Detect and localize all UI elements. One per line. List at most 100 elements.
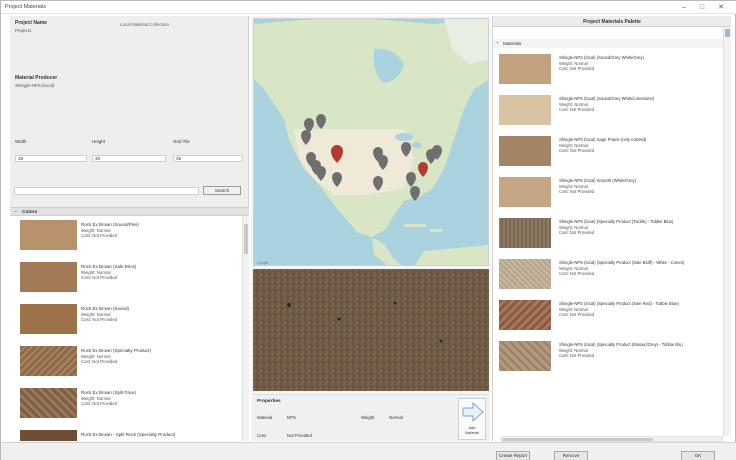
texture-canvas: [253, 269, 489, 391]
colors-scrollbar[interactable]: [242, 216, 249, 441]
arrow-right-icon: [462, 401, 484, 423]
materials-section-header[interactable]: − Materials: [493, 39, 723, 48]
application-window: Project Materials – □ ✕ Project Name Pro…: [0, 0, 736, 460]
palette-item[interactable]: Shingle-NPS (local) Smooth (White/Grey) …: [493, 173, 723, 213]
item-name: Shingle-NPS (local) (Specialty Product (…: [559, 342, 683, 347]
window-title: Project Materials: [5, 4, 46, 10]
weight-key: Weight: [361, 415, 375, 420]
ok-button[interactable]: OK: [681, 451, 715, 460]
material-value: NPS: [287, 415, 296, 420]
item-cost: Cost: Not Provided: [559, 230, 595, 235]
item-name: Shingle-NPS (local) (Specialty Product (…: [559, 301, 679, 306]
item-name: Shingle-NPS (local) (Sound/Grey White/Gr…: [559, 55, 644, 60]
material-swatch: [499, 136, 551, 166]
list-item[interactable]: Rock Ex Brown - Split Rock (Specialty Pr…: [10, 426, 242, 441]
item-name: Rock Ex Brown - Split Rock (Specialty Pr…: [81, 432, 176, 437]
item-name: Rock Ex Brown (Sound/Flex): [81, 222, 139, 227]
list-item[interactable]: Rock Ex Brown (Sound) Weight: Normal Cos…: [10, 300, 242, 342]
material-swatch: [20, 430, 77, 441]
width-input[interactable]: 38: [15, 155, 87, 162]
list-item[interactable]: Rock Ex Brown (Sale Brick) Weight: Norma…: [10, 258, 242, 300]
project-name-label: Project Name: [15, 20, 47, 26]
create-report-button[interactable]: Create Report: [496, 451, 530, 460]
material-swatch: [499, 300, 551, 330]
list-item[interactable]: Rock Ex Brown (Split Face) Weight: Norma…: [10, 384, 242, 426]
svg-text:Google: Google: [257, 261, 268, 265]
item-cost: Cost: Not Provided: [559, 353, 595, 358]
collection-label: Local Material Collection: [120, 22, 170, 27]
item-cost: Cost: Not Provided: [559, 312, 595, 317]
grid-tile-label: Grid Tile: [173, 139, 190, 144]
palette-item[interactable]: Shingle-NPS (local) (Specialty Product (…: [493, 337, 723, 377]
palette-item[interactable]: Shingle-NPS (local) (Specialty Product (…: [493, 255, 723, 295]
cost-key: Cost: [257, 433, 266, 438]
item-cost: Cost: Not Provided: [559, 271, 595, 276]
material-producer-value: Shingle-NPS (local): [15, 83, 55, 88]
search-button[interactable]: Search: [203, 186, 241, 195]
material-swatch: [499, 177, 551, 207]
palette-item[interactable]: Shingle-NPS (local) (Sound/Grey White/Gr…: [493, 50, 723, 90]
width-label: Width: [15, 139, 27, 144]
item-name: Rock Ex Brown (Split Face): [81, 390, 137, 395]
close-icon[interactable]: ✕: [715, 2, 727, 13]
remove-button[interactable]: Remove: [554, 451, 588, 460]
material-swatch: [20, 346, 77, 376]
material-key: Material: [257, 415, 273, 420]
item-name: Shingle-NPS (local) (Specialty Product (…: [559, 219, 674, 224]
properties-panel: Properties Material NPS Weight Normal Co…: [253, 394, 489, 441]
grid-tile-input[interactable]: 38: [173, 155, 243, 162]
minimize-icon[interactable]: –: [678, 2, 690, 13]
item-name: Rock Ex Brown (Sale Brick): [81, 264, 137, 269]
item-cost: Cost: Not Provided: [81, 359, 118, 364]
scroll-thumb[interactable]: [244, 224, 248, 254]
list-item[interactable]: Rock Ex Brown (Specialty Product) Weight…: [10, 342, 242, 384]
scroll-thumb[interactable]: [725, 29, 730, 37]
material-swatch: [499, 341, 551, 371]
item-name: Rock Ex Brown (Sound): [81, 306, 130, 311]
colors-list: Rock Ex Brown (Sound/Flex) Weight: Norma…: [10, 216, 242, 441]
item-cost: Cost: Not Provided: [81, 233, 118, 238]
item-name: Shingle-NPS (local) (Specialty Product (…: [559, 260, 685, 265]
palette-item[interactable]: Shingle-NPS (local) Sage Prairie (only c…: [493, 132, 723, 172]
bottom-bar: Create Report Remove OK: [1, 442, 736, 460]
palette-scrollbar[interactable]: [723, 27, 731, 436]
material-producer-label: Material Producer: [15, 75, 58, 81]
properties-title: Properties: [257, 399, 281, 404]
collapse-icon[interactable]: −: [496, 40, 499, 46]
item-cost: Cost: Not Provided: [81, 317, 118, 322]
center-panel: Google Properties Material NPS Weight No…: [251, 16, 491, 441]
item-cost: Cost: Not Provided: [559, 148, 595, 153]
left-panel: Project Name Project1 Local Material Col…: [10, 16, 249, 441]
material-swatch: [20, 304, 77, 334]
item-cost: Cost: Not Provided: [559, 189, 595, 194]
palette-item[interactable]: Shingle-NPS (local) (Specialty Product (…: [493, 214, 723, 254]
materials-section-label: Materials: [503, 41, 522, 46]
item-cost: Cost: Not Provided: [81, 275, 118, 280]
material-swatch: [20, 262, 77, 292]
list-item[interactable]: Rock Ex Brown (Sound/Flex) Weight: Norma…: [10, 216, 242, 258]
colors-header-label: Colors: [22, 210, 38, 215]
colors-section-header[interactable]: − Colors: [10, 207, 249, 216]
item-name: Shingle-NPS (local) Sage Prairie (only c…: [559, 137, 647, 142]
cost-value: Not Provided: [287, 433, 312, 438]
material-swatch: [499, 54, 551, 84]
search-input[interactable]: [14, 187, 199, 195]
item-cost: Cost: Not Provided: [559, 66, 595, 71]
weight-value: Normal: [389, 415, 403, 420]
scroll-thumb[interactable]: [503, 438, 653, 441]
map-canvas: Google: [254, 19, 488, 265]
map-view[interactable]: Google: [253, 18, 489, 266]
item-name: Shingle-NPS (local) (Sound/Grey White/Li…: [559, 96, 655, 101]
add-material-button[interactable]: Add Material: [458, 398, 486, 440]
height-label: Height: [92, 139, 106, 144]
collapse-icon[interactable]: −: [14, 209, 17, 215]
palette-title: Project Materials Palette: [583, 19, 641, 25]
palette-item[interactable]: Shingle-NPS (local) (Sound/Grey White/Li…: [493, 91, 723, 131]
item-name: Shingle-NPS (local) Smooth (White/Grey): [559, 178, 637, 183]
maximize-icon[interactable]: □: [696, 2, 708, 13]
material-swatch: [499, 218, 551, 248]
height-input[interactable]: 38: [92, 155, 166, 162]
item-cost: Cost: Not Provided: [81, 401, 118, 406]
palette-item[interactable]: Shingle-NPS (local) (Specialty Product (…: [493, 296, 723, 336]
material-swatch: [20, 220, 77, 250]
